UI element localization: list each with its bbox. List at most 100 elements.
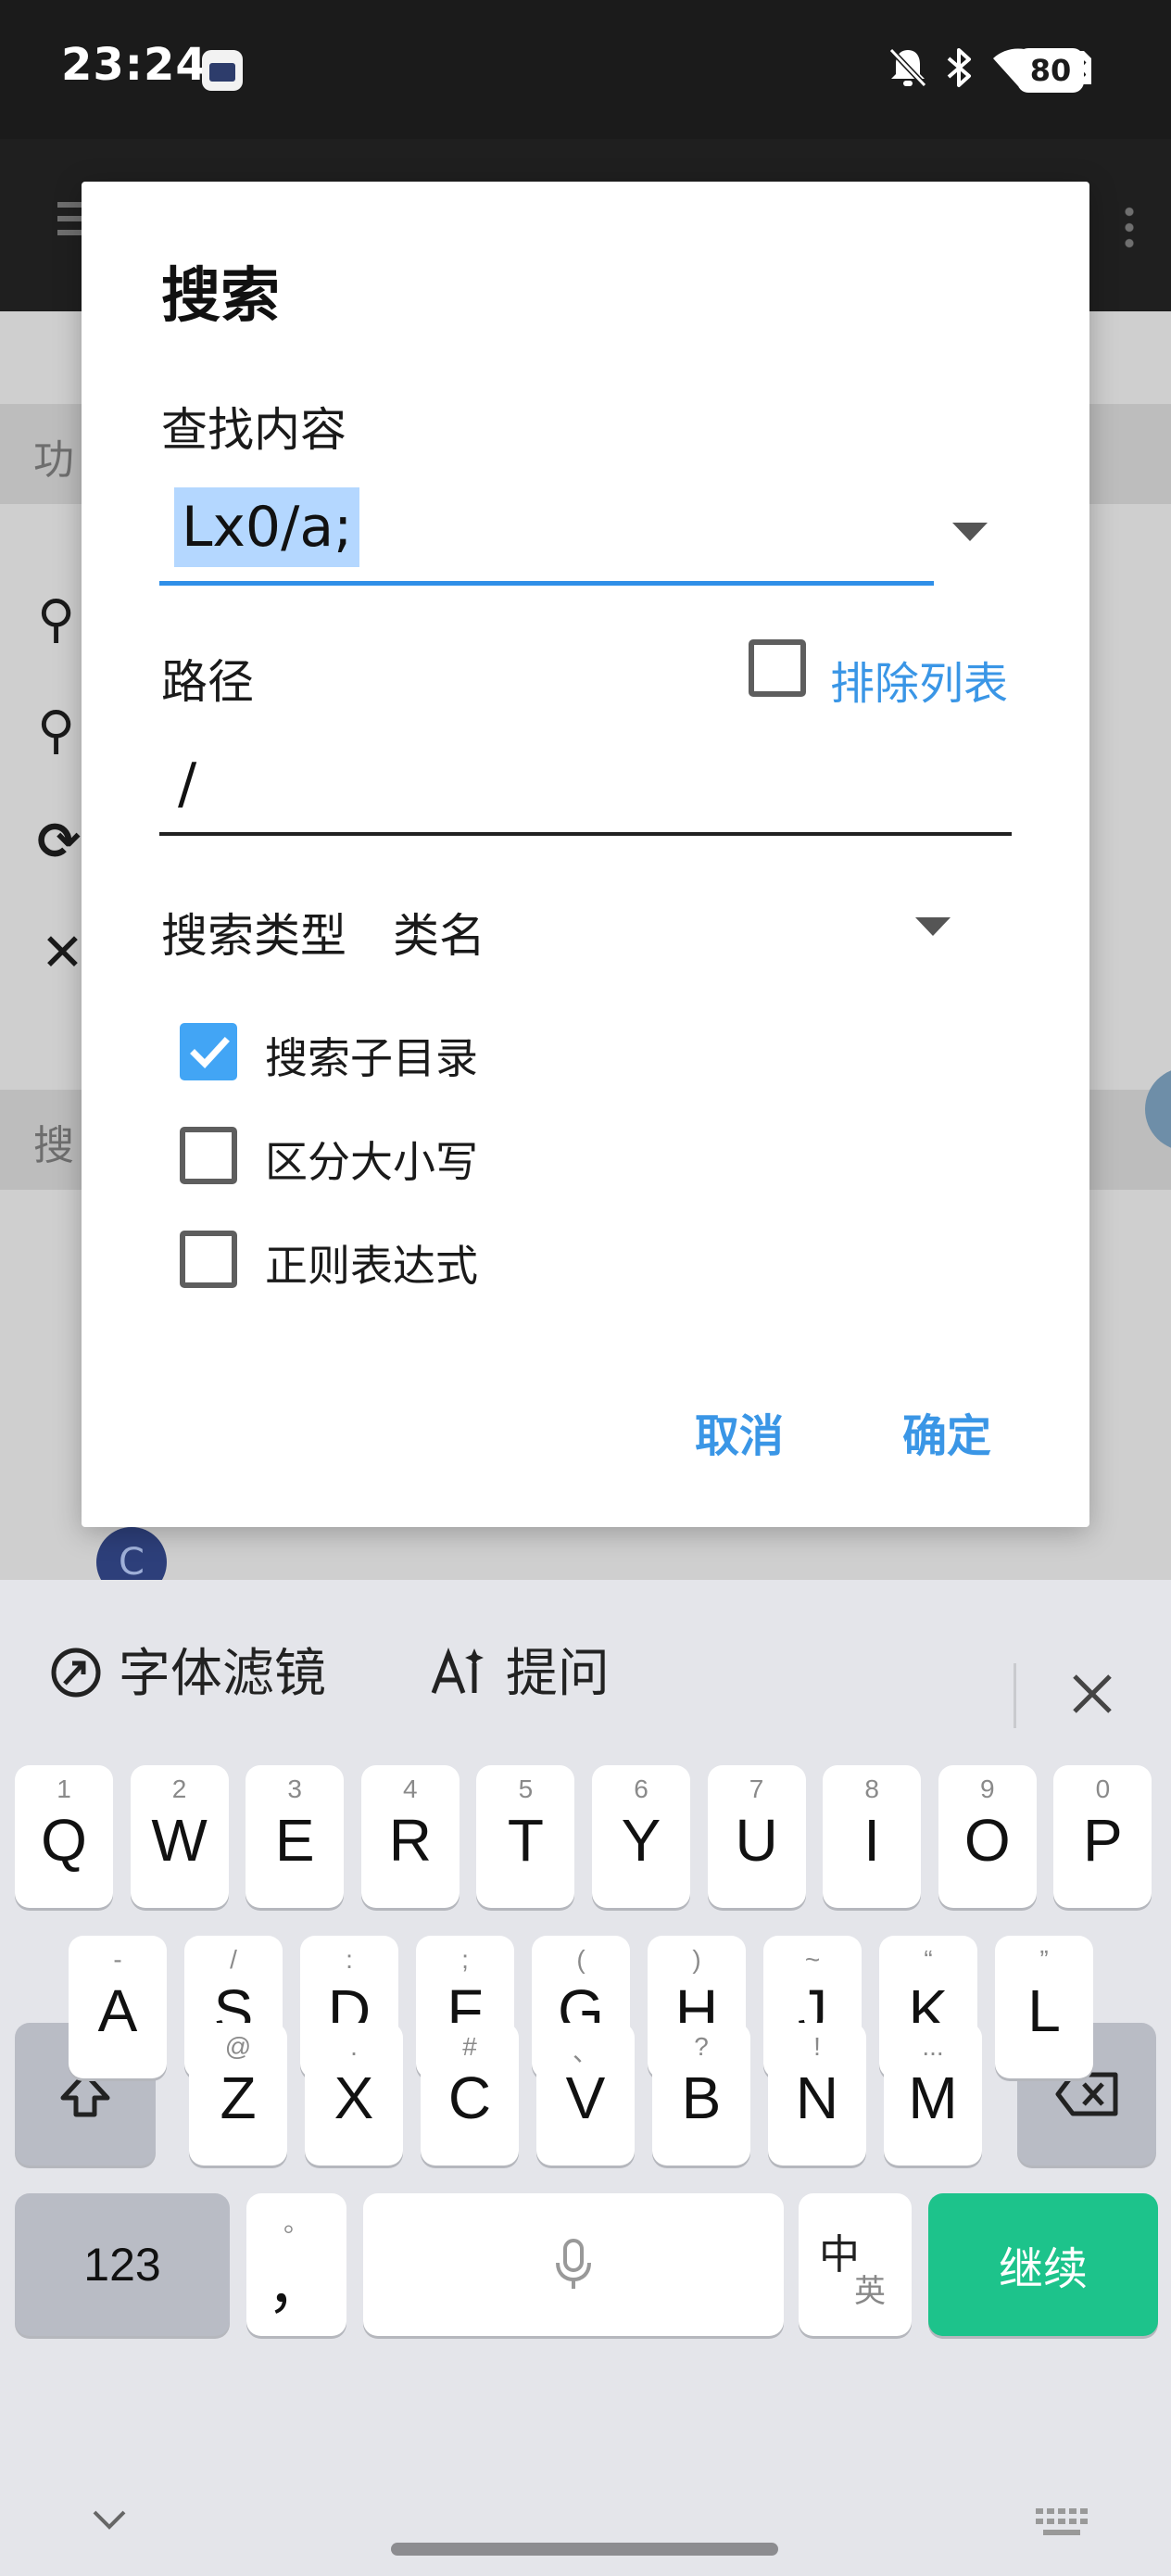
key-p-label: P xyxy=(1083,1807,1123,1874)
key-q-label: Q xyxy=(41,1807,87,1874)
soft-keyboard: 字体滤镜 提问 123 。 ， 中 英 继续 1 Q 2 W 3 E 4 R 5… xyxy=(0,1580,1171,2576)
more-vert-icon xyxy=(1125,204,1134,250)
search-icon: ⚲ xyxy=(37,701,76,761)
microphone-icon xyxy=(556,2239,591,2289)
key-l-secondary: ” xyxy=(1039,1945,1049,1974)
key-e-label: E xyxy=(274,1807,315,1874)
key-t[interactable]: 5T xyxy=(476,1765,575,1908)
option-subdirs-label[interactable]: 搜索子目录 xyxy=(265,1025,478,1086)
key-m[interactable]: ... M xyxy=(884,2023,982,2166)
key-o-label: O xyxy=(963,1807,1011,1874)
find-label: 查找内容 xyxy=(161,403,346,457)
gesture-navigation-handle[interactable] xyxy=(391,2543,778,2556)
language-key-sub: 英 xyxy=(854,2273,886,2310)
key-q[interactable]: 1Q xyxy=(15,1765,113,1908)
status-time: 23:24 xyxy=(61,39,208,91)
key-v-label: V xyxy=(565,2065,606,2131)
search-type-dropdown-icon[interactable] xyxy=(915,917,951,936)
check-icon xyxy=(190,1037,230,1069)
key-u-secondary: 7 xyxy=(749,1774,764,1803)
key-j-secondary: ~ xyxy=(804,1945,821,1974)
key-e[interactable]: 3E xyxy=(246,1765,345,1908)
option-regex-label[interactable]: 正则表达式 xyxy=(265,1232,478,1294)
search-type-select[interactable]: 类名 xyxy=(393,899,485,966)
key-n[interactable]: ! N xyxy=(768,2023,866,2166)
ai-icon xyxy=(431,1647,484,1694)
ask-label: 提问 xyxy=(505,1644,610,1704)
hide-keyboard-icon[interactable] xyxy=(89,2507,130,2534)
find-input[interactable]: Lx0/a; xyxy=(174,487,360,567)
key-c[interactable]: # C xyxy=(421,2023,519,2166)
language-switch-key[interactable]: 中 英 xyxy=(799,2193,912,2336)
path-label: 路径 xyxy=(161,655,254,709)
find-history-dropdown-icon[interactable] xyxy=(952,523,988,541)
key-y[interactable]: 6Y xyxy=(592,1765,690,1908)
exclude-list-checkbox[interactable] xyxy=(749,639,806,697)
key-x-secondary: . xyxy=(350,2032,358,2061)
key-a-secondary: - xyxy=(113,1945,122,1974)
key-c-secondary: # xyxy=(462,2032,477,2061)
option-case-checkbox[interactable] xyxy=(180,1127,237,1184)
key-h-secondary: ) xyxy=(692,1945,701,1974)
space-key[interactable] xyxy=(363,2193,784,2336)
toolbar-divider xyxy=(1014,1663,1016,1728)
status-bar: 23:24 80 xyxy=(0,0,1171,139)
numbers-key-label: 123 xyxy=(83,2239,161,2291)
font-filter-icon xyxy=(51,1648,101,1698)
search-icon: ⚲ xyxy=(37,589,76,650)
enter-key-label: 继续 xyxy=(998,2243,1088,2295)
comma-key-sup: 。 xyxy=(283,2208,309,2237)
key-l[interactable]: ” L xyxy=(995,1936,1093,2078)
key-b[interactable]: ? B xyxy=(652,2023,750,2166)
search-dialog: 搜索 查找内容 Lx0/a; 路径 排除列表 / 搜索类型 类名 搜索子目录 区… xyxy=(82,182,1089,1527)
key-i-secondary: 8 xyxy=(864,1774,879,1803)
key-w-label: W xyxy=(151,1807,208,1874)
comma-key[interactable]: 。 ， xyxy=(246,2193,346,2336)
key-a[interactable]: -A xyxy=(69,1936,167,2078)
key-x[interactable]: .X xyxy=(305,2023,403,2166)
key-g-secondary: ( xyxy=(576,1945,586,1974)
key-z[interactable]: @ Z xyxy=(189,2023,287,2166)
key-d-secondary: : xyxy=(346,1945,353,1974)
key-x-label: X xyxy=(334,2065,374,2131)
key-y-label: Y xyxy=(621,1807,661,1874)
key-m-secondary: ... xyxy=(922,2032,944,2061)
key-p[interactable]: 0P xyxy=(1053,1765,1152,1908)
key-t-label: T xyxy=(507,1807,544,1874)
exclude-list-link[interactable]: 排除列表 xyxy=(830,647,1008,712)
key-u-label: U xyxy=(735,1807,778,1874)
key-v[interactable]: 、 V xyxy=(536,2023,635,2166)
key-i-label: I xyxy=(863,1807,881,1874)
path-input[interactable]: / xyxy=(178,738,196,830)
ok-button[interactable]: 确定 xyxy=(902,1399,991,1464)
bell-off-icon xyxy=(888,47,927,88)
close-keyboard-toolbar-icon[interactable] xyxy=(1069,1671,1115,1717)
search-type-label: 搜索类型 xyxy=(161,909,346,963)
key-u[interactable]: 7U xyxy=(707,1765,806,1908)
key-w[interactable]: 2W xyxy=(130,1765,229,1908)
dialog-title: 搜索 xyxy=(161,262,280,331)
key-b-secondary: ? xyxy=(694,2032,709,2061)
option-regex-checkbox[interactable] xyxy=(180,1231,237,1288)
ask-button[interactable]: 提问 xyxy=(430,1632,610,1707)
option-case-label[interactable]: 区分大小写 xyxy=(265,1129,478,1190)
bluetooth-icon xyxy=(947,48,971,87)
key-r[interactable]: 4R xyxy=(360,1765,460,1908)
key-k-secondary: “ xyxy=(924,1945,933,1974)
cancel-button[interactable]: 取消 xyxy=(695,1399,784,1464)
numbers-key[interactable]: 123 xyxy=(15,2193,230,2336)
battery-indicator: 80 xyxy=(1017,48,1091,93)
key-a-label: A xyxy=(97,1977,138,2044)
enter-key[interactable]: 继续 xyxy=(928,2193,1158,2336)
path-field[interactable]: / xyxy=(159,738,1012,836)
option-subdirs-checkbox[interactable] xyxy=(180,1023,237,1080)
font-filter-button[interactable]: 字体滤镜 xyxy=(50,1632,326,1707)
comma-key-label: ， xyxy=(267,2254,326,2320)
key-c-label: C xyxy=(447,2065,492,2131)
key-p-secondary: 0 xyxy=(1095,1774,1111,1803)
key-f-secondary: ; xyxy=(461,1945,469,1974)
find-field[interactable]: Lx0/a; xyxy=(159,487,934,586)
key-i[interactable]: 8I xyxy=(823,1765,922,1908)
key-o[interactable]: 9O xyxy=(938,1765,1037,1908)
keyboard-switch-icon[interactable] xyxy=(1034,2507,1089,2540)
